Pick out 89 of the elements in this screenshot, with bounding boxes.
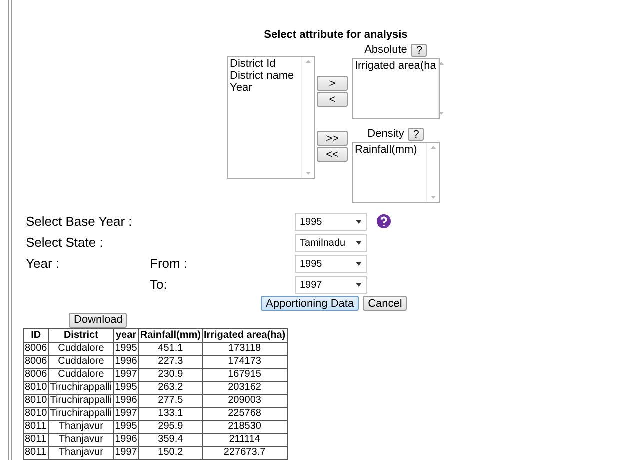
dropdown-select[interactable]: 1997 xyxy=(295,276,367,294)
table-cell: 8010 xyxy=(24,382,49,394)
move-button[interactable]: < xyxy=(317,92,348,107)
field-label: From : xyxy=(150,255,189,273)
section-title: Select attribute for analysis xyxy=(263,29,409,41)
dropdown-select[interactable]: 1995 xyxy=(295,255,367,273)
attribute-list[interactable]: Rainfall(mm) xyxy=(352,142,440,203)
scroll-up-icon[interactable] xyxy=(430,146,436,149)
absolute-label: Absolute xyxy=(364,44,408,56)
list-option[interactable]: District name xyxy=(230,70,299,82)
table-cell: 1995 xyxy=(114,382,139,394)
move-button[interactable]: > xyxy=(317,76,348,91)
table-cell: 1997 xyxy=(114,408,139,420)
column-header: year xyxy=(114,328,139,342)
table-cell: 133.1 xyxy=(138,408,202,420)
table-cell: 8011 xyxy=(24,420,49,434)
scroll-down-icon[interactable] xyxy=(430,196,436,199)
scroll-up-icon[interactable] xyxy=(306,60,310,63)
table-cell: 203162 xyxy=(202,382,288,394)
scroll-down-icon[interactable] xyxy=(439,112,444,115)
table-cell: 174173 xyxy=(202,356,288,368)
table-cell: 8006 xyxy=(24,356,49,368)
table-cell: 8006 xyxy=(24,368,49,382)
table-cell: 8010 xyxy=(24,408,49,420)
action-button[interactable]: Apportioning Data xyxy=(261,296,360,311)
field-label: To: xyxy=(150,276,168,294)
action-button[interactable]: Cancel xyxy=(363,296,408,311)
column-header: ID xyxy=(24,328,49,342)
scroll-up-icon[interactable] xyxy=(439,62,444,65)
table-cell: Tiruchirappalli xyxy=(48,408,114,420)
caret-icon xyxy=(356,241,362,245)
table-cell: 225768 xyxy=(202,408,288,420)
caret-icon xyxy=(356,283,362,287)
field-label: Select Base Year : xyxy=(26,213,134,231)
help-button[interactable]: ? xyxy=(411,44,428,56)
table-cell: Tiruchirappalli xyxy=(48,394,114,408)
table-cell: Tiruchirappalli xyxy=(48,382,114,394)
table-cell: Cuddalore xyxy=(48,342,114,356)
table-cell: 1995 xyxy=(114,342,139,356)
list-option[interactable]: District Id xyxy=(230,58,299,70)
table-cell: Cuddalore xyxy=(48,368,114,382)
table-cell: 8006 xyxy=(24,342,49,356)
table-cell: 8011 xyxy=(24,434,49,446)
table-cell: 227.3 xyxy=(138,356,202,368)
table-cell: Cuddalore xyxy=(48,356,114,368)
table-cell: 1996 xyxy=(114,394,139,408)
table-cell: 1995 xyxy=(114,420,139,434)
table-cell: 359.4 xyxy=(138,434,202,446)
table-cell: Thanjavur xyxy=(48,420,114,434)
table-cell: 8011 xyxy=(24,446,49,460)
help-button[interactable]: ? xyxy=(408,128,424,140)
table-cell: 8010 xyxy=(24,394,49,408)
density-label: Density xyxy=(368,128,404,140)
table-cell: 1997 xyxy=(114,446,139,460)
download-button[interactable]: Download xyxy=(69,312,127,328)
table-cell: 209003 xyxy=(202,394,288,408)
field-label: Year : xyxy=(26,255,60,273)
move-all-button[interactable]: >> xyxy=(317,131,348,146)
table-cell: 295.9 xyxy=(138,420,202,434)
column-header: Irrigated area(ha) xyxy=(202,328,288,342)
dropdown-select[interactable]: Tamilnadu xyxy=(295,234,367,252)
table-cell: 230.9 xyxy=(138,368,202,382)
column-header: Rainfall(mm) xyxy=(138,328,202,342)
table-cell: 1996 xyxy=(114,434,139,446)
move-all-button[interactable]: << xyxy=(317,147,348,162)
table-cell: Thanjavur xyxy=(48,434,114,446)
attribute-list[interactable]: District Id District name Year xyxy=(227,56,315,179)
table-cell: 227673.7 xyxy=(202,446,288,460)
list-option[interactable]: Irrigated area(ha xyxy=(355,60,436,72)
table-cell: 218530 xyxy=(202,420,288,434)
list-option[interactable]: Year xyxy=(230,82,299,94)
table-cell: 277.5 xyxy=(138,394,202,408)
caret-icon xyxy=(356,262,362,266)
table-cell: 167915 xyxy=(202,368,288,382)
help-icon[interactable] xyxy=(376,214,392,230)
table-cell: 451.1 xyxy=(138,342,202,356)
table-cell: 150.2 xyxy=(138,446,202,460)
field-label: Select State : xyxy=(26,234,104,252)
column-header: District xyxy=(48,328,114,342)
dropdown-select[interactable]: 1995 xyxy=(295,213,367,231)
table-cell: 1997 xyxy=(114,368,139,382)
table-cell: Thanjavur xyxy=(48,446,114,460)
scroll-down-icon[interactable] xyxy=(306,172,310,175)
list-option[interactable]: Rainfall(mm) xyxy=(355,144,424,156)
table-cell: 173118 xyxy=(202,342,288,356)
table-cell: 263.2 xyxy=(138,382,202,394)
table-cell: 1996 xyxy=(114,356,139,368)
caret-icon xyxy=(356,220,362,224)
table-cell: 211114 xyxy=(202,434,288,446)
